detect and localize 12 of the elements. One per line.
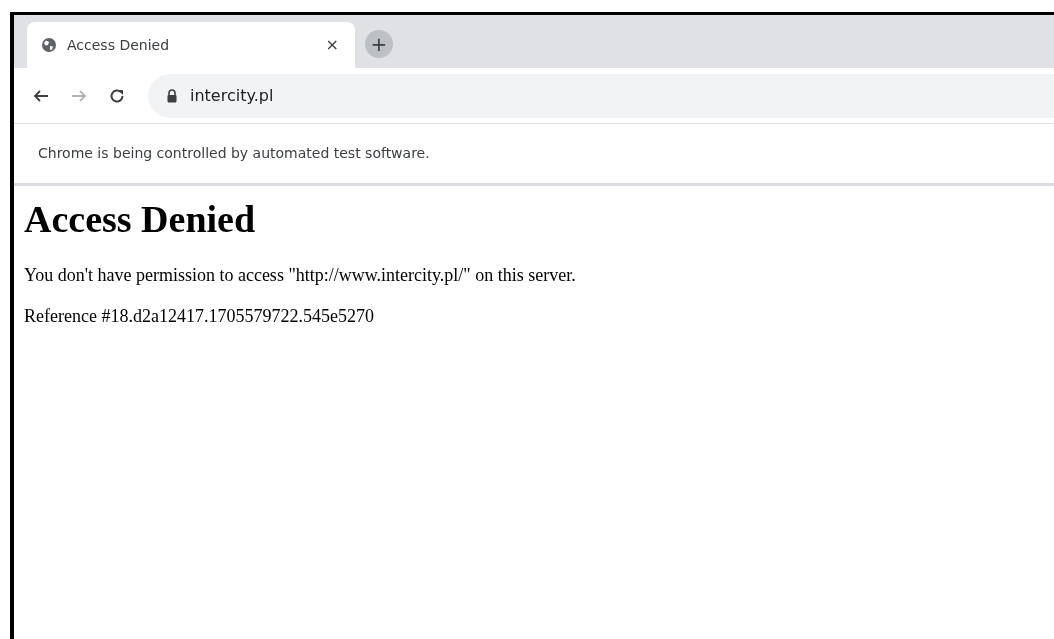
- url-text: intercity.pl: [190, 84, 274, 107]
- close-tab-button[interactable]: ×: [325, 33, 339, 57]
- address-bar[interactable]: intercity.pl: [148, 73, 1054, 118]
- reload-icon[interactable]: [108, 86, 126, 105]
- new-tab-button[interactable]: +: [365, 30, 393, 58]
- infobar-message: Chrome is being controlled by automated test software.: [38, 144, 430, 163]
- page-paragraph: Reference #18.d2a12417.1705579722.545e5270: [24, 304, 375, 328]
- globe-icon: [41, 37, 57, 53]
- browser-tab[interactable]: Access Denied ×: [27, 22, 355, 68]
- page-heading: Access Denied: [24, 197, 257, 242]
- tab-title: Access Denied: [67, 35, 171, 55]
- page-paragraph: You don't have permission to access "http://www.intercity.pl/" on this server.: [24, 263, 577, 287]
